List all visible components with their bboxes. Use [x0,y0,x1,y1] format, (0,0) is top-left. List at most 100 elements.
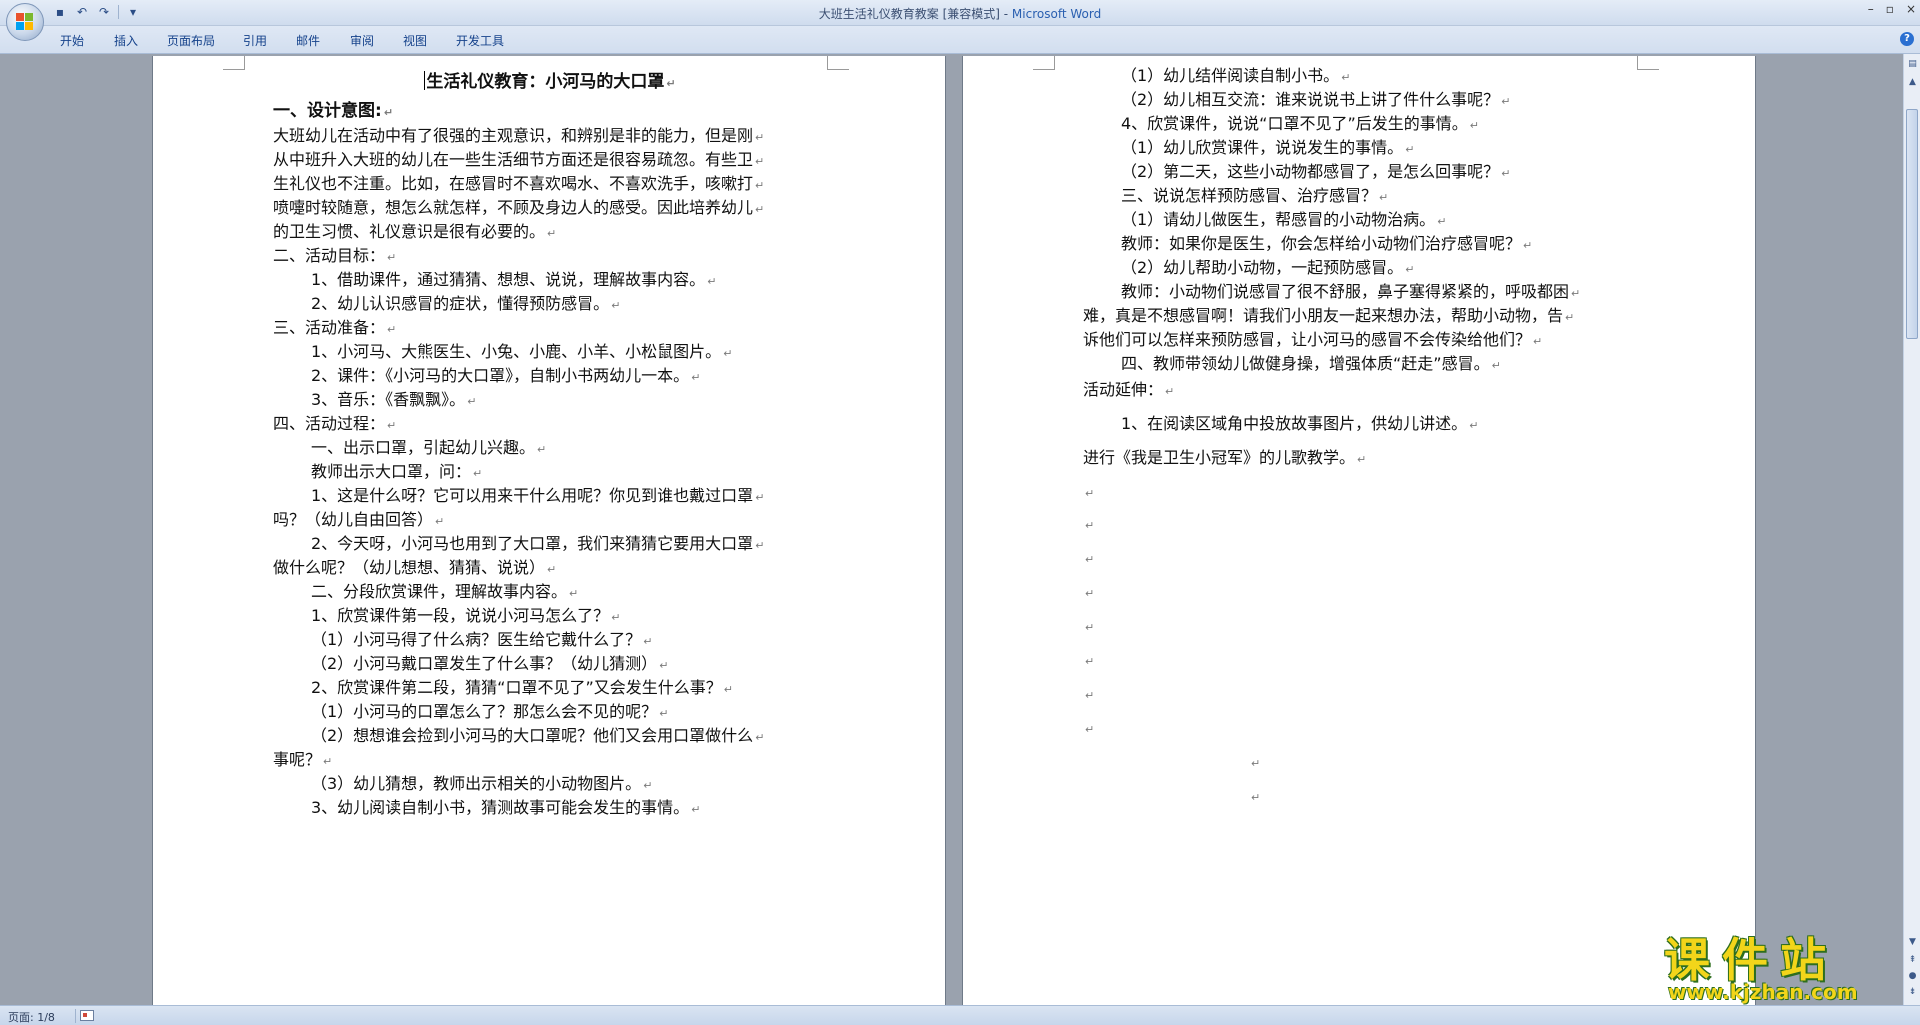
paragraph-mark-icon: ↵ [1085,487,1095,500]
page2-paragraph: 教师：小动物们说感冒了很不舒服，鼻子塞得紧紧的，呼吸都困 ↵ [1121,280,1580,306]
window-title: 大班生活礼仪教育教案 [兼容模式] - Microsoft Word [0,5,1920,22]
paragraph-mark-icon: ↵ [611,299,621,312]
page1-paragraph: 生礼仪也不注重。比如，在感冒时不喜欢喝水、不喜欢洗手，咳嗽打 ↵ [273,172,764,198]
status-page-count[interactable]: 页面: 1/8 [8,1009,55,1025]
paragraph-mark-icon: ↵ [1379,191,1389,204]
page2-paragraph-text: 难，真是不想感冒啊！请我们小朋友一起来想办法，帮助小动物，告 [1083,306,1564,325]
document-page-1[interactable]: 生活礼仪教育：小河马的大口罩 ↵ 一、设计意图: ↵ 大班幼儿在活动中有了很强的主观意识… [152,56,946,1005]
page2-paragraph-text: 三、说说怎样预防感冒、治疗感冒？ [1121,186,1378,205]
page2-paragraph: （1）幼儿欣赏课件，说说发生的事情。 ↵ [1121,136,1414,162]
page1-paragraph: 从中班升入大班的幼儿在一些生活细节方面还是很容易疏忽。有些卫 ↵ [273,148,764,174]
minimize-icon[interactable]: – [1868,2,1874,16]
paragraph-mark-icon: ↵ [1085,553,1095,566]
page1-paragraph-text: （3）幼儿猜想，教师出示相关的小动物图片。 [311,774,642,793]
close-icon[interactable]: × [1906,2,1916,16]
office-logo-icon [16,13,34,31]
page1-paragraph: 2、今天呀，小河马也用到了大口罩，我们来猜猜它要用大口罩 ↵ [311,532,764,558]
page1-paragraph-text: 2、幼儿认识感冒的症状，懂得预防感冒。 [311,294,610,313]
paragraph-mark-icon: ↵ [1085,519,1095,532]
paragraph-mark-icon: ↵ [755,203,765,216]
previous-page-icon[interactable]: ⇞ [1905,952,1920,968]
page1-paragraph-text: 1、小河马、大熊医生、小兔、小鹿、小羊、小松鼠图片。 [311,342,722,361]
paragraph-mark-icon: ↵ [547,227,557,240]
page1-paragraph-text: 1、欣赏课件第一段，说说小河马怎么了？ [311,606,610,625]
page1-paragraph: 三、活动准备： ↵ [273,316,396,342]
paragraph-mark-icon: ↵ [691,371,701,384]
paragraph-mark-icon: ↵ [755,131,765,144]
page1-paragraph-text: 四、活动过程： [273,414,386,433]
page1-paragraph-text: （2）小河马戴口罩发生了什么事？（幼儿猜测） [311,654,658,673]
paragraph-mark-icon: ↵ [1085,689,1095,702]
page1-paragraph: 一、出示口罩，引起幼儿兴趣。 ↵ [311,436,546,462]
page1-paragraph-text: 二、活动目标： [273,246,386,265]
macro-record-icon[interactable] [80,1010,94,1021]
page1-paragraph: 二、分段欣赏课件，理解故事内容。 ↵ [311,580,578,606]
paragraph-mark-icon: ↵ [435,515,445,528]
ruler-toggle-icon[interactable]: ▤ [1905,56,1920,72]
tab-view[interactable]: 视图 [403,32,427,49]
next-page-icon[interactable]: ⇟ [1905,984,1920,1000]
page1-paragraph-text: 1、借助课件，通过猜猜、想想、说说，理解故事内容。 [311,270,706,289]
tab-home[interactable]: 开始 [60,32,84,49]
paragraph-mark-icon: ↵ [643,779,653,792]
tab-review[interactable]: 审阅 [350,32,374,49]
paragraph-mark-icon: ↵ [755,539,765,552]
paragraph-mark-icon: ↵ [1571,287,1581,300]
page1-paragraph-text: 3、幼儿阅读自制小书，猜测故事可能会发生的事情。 [311,798,690,817]
restore-icon[interactable]: ▫ [1886,2,1894,16]
paragraph-mark-icon: ↵ [1405,263,1415,276]
page1-paragraph: 2、欣赏课件第二段，猜猜“口罩不见了”又会发生什么事？ ↵ [311,676,733,702]
office-button[interactable] [6,3,44,41]
help-icon[interactable]: ? [1900,32,1914,46]
paragraph-mark-icon: ↵ [1533,335,1543,348]
paragraph-mark-icon: ↵ [387,251,397,264]
page1-paragraph: （1）小河马的口罩怎么了？那怎么会不见的呢？ ↵ [311,700,668,726]
document-title: 大班生活礼仪教育教案 [兼容模式] - [818,7,1012,21]
page1-paragraph-text: 三、活动准备： [273,318,386,337]
page1-paragraph-text: 一、出示口罩，引起幼儿兴趣。 [311,438,536,457]
page1-paragraph-text: （1）小河马的口罩怎么了？那怎么会不见的呢？ [311,702,658,721]
page1-paragraph: 2、课件：《小河马的大口罩》，自制小书两幼儿一本。 ↵ [311,364,700,390]
paragraph-mark-icon: ↵ [723,683,733,696]
tab-mailings[interactable]: 邮件 [296,32,320,49]
page1-paragraph-text: 2、欣赏课件第二段，猜猜“口罩不见了”又会发生什么事？ [311,678,722,697]
tab-page-layout[interactable]: 页面布局 [167,32,215,49]
document-area: 生活礼仪教育：小河马的大口罩 ↵ 一、设计意图: ↵ 大班幼儿在活动中有了很强的主观意识… [0,54,1903,1005]
page2-paragraph: 活动延伸： ↵ [1083,378,1174,404]
page1-paragraph: 教师出示大口罩，问： ↵ [311,460,482,486]
document-page-2[interactable]: （1）幼儿结伴阅读自制小书。 ↵ （2）幼儿相互交流：谁来说说书上讲了件什么事呢？ ↵… [962,56,1756,1005]
page1-paragraph-text: （2）想想谁会捡到小河马的大口罩呢？他们又会用口罩做什么 [311,726,754,745]
page2-paragraph-text: （2）第二天，这些小动物都感冒了，是怎么回事呢？ [1121,162,1500,181]
page2-paragraph: （1）请幼儿做医生，帮感冒的小动物治病。 ↵ [1121,208,1446,234]
page2-paragraph: 教师：如果你是医生，你会怎样给小动物们治疗感冒呢？ ↵ [1121,232,1532,258]
page2-paragraph-text: 教师：如果你是医生，你会怎样给小动物们治疗感冒呢？ [1121,234,1522,253]
paragraph-mark-icon: ↵ [611,611,621,624]
scrollbar-thumb[interactable] [1906,109,1918,339]
page1-paragraph-text: 做什么呢？（幼儿想想、猜猜、说说） [273,558,546,577]
window-controls: – ▫ × [1868,2,1916,16]
paragraph-mark-icon: ↵ [755,731,765,744]
paragraph-mark-icon: ↵ [323,755,333,768]
page1-paragraph: 四、活动过程： ↵ [273,412,396,438]
page2-paragraph: 1、在阅读区域角中投放故事图片，供幼儿讲述。 ↵ [1121,412,1478,438]
paragraph-mark-icon: ↵ [387,419,397,432]
browse-object-icon[interactable]: ● [1905,968,1920,984]
tab-developer[interactable]: 开发工具 [456,32,504,49]
paragraph-mark-icon: ↵ [666,77,676,90]
paragraph-mark-icon: ↵ [387,323,397,336]
vertical-scrollbar[interactable]: ▤ ▲ ▼ ⇞ ● ⇟ [1903,54,1920,1005]
scroll-up-icon[interactable]: ▲ [1905,74,1920,90]
paragraph-mark-icon: ↵ [707,275,717,288]
page2-paragraph: （1）幼儿结伴阅读自制小书。 ↵ [1121,64,1350,90]
paragraph-mark-icon: ↵ [1251,791,1261,804]
scroll-down-icon[interactable]: ▼ [1905,934,1920,950]
paragraph-mark-icon: ↵ [659,659,669,672]
paragraph-mark-icon: ↵ [643,635,653,648]
tab-insert[interactable]: 插入 [114,32,138,49]
page1-paragraph: 3、幼儿阅读自制小书，猜测故事可能会发生的事情。 ↵ [311,796,700,822]
paragraph-mark-icon: ↵ [569,587,579,600]
page2-paragraph-text: 进行《我是卫生小冠军》的儿歌教学。 [1083,448,1356,467]
tab-references[interactable]: 引用 [243,32,267,49]
paragraph-mark-icon: ↵ [1085,587,1095,600]
paragraph-mark-icon: ↵ [723,347,733,360]
